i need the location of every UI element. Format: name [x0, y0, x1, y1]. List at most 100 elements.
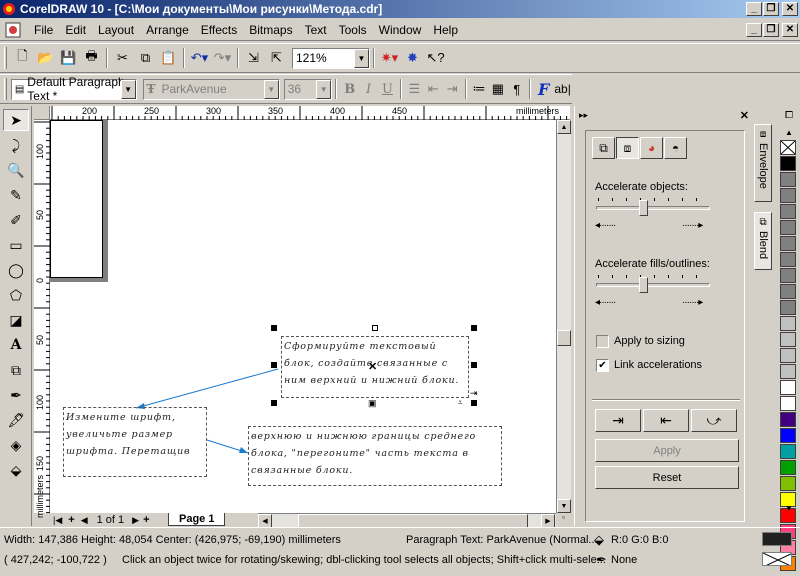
- maximize-button[interactable]: ❐: [763, 2, 779, 16]
- corel-online-icon[interactable]: ✸: [401, 47, 424, 69]
- open-icon[interactable]: 📂: [34, 47, 57, 69]
- doc-restore-button[interactable]: ❐: [763, 23, 779, 37]
- italic-button[interactable]: I: [359, 78, 378, 100]
- blend-tab[interactable]: ⧉ Blend: [754, 212, 772, 270]
- blend-end-button[interactable]: ⇤: [643, 409, 689, 432]
- page-tab[interactable]: Page 1: [168, 513, 226, 526]
- menu-layout[interactable]: Layout: [92, 21, 140, 39]
- zoom-tool-icon[interactable]: 🔍: [3, 159, 29, 181]
- color-swatch[interactable]: [780, 268, 796, 283]
- paste-icon[interactable]: 📋: [157, 47, 180, 69]
- palette-flyout-icon[interactable]: ⧠: [780, 110, 798, 124]
- color-swatch[interactable]: [780, 300, 796, 315]
- drawing-canvas[interactable]: Сформируйте текстовый блок, создайте свя…: [50, 120, 556, 513]
- color-swatch[interactable]: [780, 252, 796, 267]
- scroll-thumb[interactable]: [557, 330, 571, 346]
- selection-handle[interactable]: [271, 325, 277, 331]
- color-swatch[interactable]: [780, 348, 796, 363]
- first-page-icon[interactable]: |◀: [50, 515, 65, 526]
- link-accelerations-checkbox[interactable]: ✔: [596, 359, 609, 372]
- chevron-down-icon[interactable]: ▼: [263, 79, 279, 99]
- horizontal-scrollbar[interactable]: ◀ ▶: [258, 513, 556, 528]
- center-marker-icon[interactable]: ✕: [368, 360, 377, 373]
- coreldraw-app-icon[interactable]: [2, 2, 16, 16]
- color-swatch[interactable]: [780, 396, 796, 411]
- text-overflow-top-icon[interactable]: ▣: [368, 398, 377, 409]
- paragraph-style-combo[interactable]: ▤ Default Paragraph Text * ▼: [10, 75, 137, 103]
- outline-color-swatch[interactable]: [762, 552, 792, 566]
- text-frame-lower[interactable]: верхнюю и нижнюю границы среднего блока,…: [248, 426, 502, 486]
- color-swatch[interactable]: [780, 316, 796, 331]
- color-swatch[interactable]: [780, 204, 796, 219]
- selection-handle[interactable]: [471, 325, 477, 331]
- chevron-down-icon[interactable]: ▼: [354, 48, 369, 68]
- scroll-up-icon[interactable]: ▲: [557, 120, 571, 134]
- ruler-origin[interactable]: [34, 106, 50, 120]
- color-swatch[interactable]: [780, 156, 796, 171]
- edit-text-icon[interactable]: ab|: [553, 78, 572, 100]
- align-icon[interactable]: ☰: [405, 78, 424, 100]
- color-swatch[interactable]: [780, 476, 796, 491]
- accelerate-objects-slider[interactable]: [639, 200, 648, 216]
- apply-button[interactable]: Apply: [595, 439, 739, 462]
- docker-expand-icon[interactable]: ▸▸: [579, 110, 588, 121]
- color-palette[interactable]: [780, 140, 798, 571]
- undo-icon[interactable]: ↶▾: [188, 47, 211, 69]
- application-launcher-icon[interactable]: ✷▾: [378, 47, 401, 69]
- import-icon[interactable]: ⇲: [242, 47, 265, 69]
- blend-steps-tab-icon[interactable]: ⧉: [592, 137, 615, 159]
- color-swatch[interactable]: [780, 364, 796, 379]
- color-swatch[interactable]: [780, 380, 796, 395]
- save-icon[interactable]: 💾: [57, 47, 80, 69]
- blend-color-tab-icon[interactable]: ◕: [640, 137, 663, 159]
- color-swatch[interactable]: [780, 236, 796, 251]
- fill-color-swatch[interactable]: [762, 532, 792, 546]
- zoom-combo[interactable]: 121% ▼: [292, 47, 370, 69]
- format-text-icon[interactable]: F: [534, 78, 553, 100]
- next-page-icon[interactable]: ▶: [130, 515, 141, 526]
- selection-handle[interactable]: [471, 400, 477, 406]
- bold-button[interactable]: B: [340, 78, 359, 100]
- menu-window[interactable]: Window: [373, 21, 428, 39]
- font-combo[interactable]: Ŧ ParkAvenue ▼: [142, 78, 280, 100]
- text-overflow-bottom-icon[interactable]: ⩡: [458, 398, 463, 408]
- basic-shapes-tool-icon[interactable]: ◪: [3, 309, 29, 331]
- outline-tool-icon[interactable]: 🖋: [3, 409, 29, 431]
- menu-effects[interactable]: Effects: [195, 21, 243, 39]
- menu-help[interactable]: Help: [427, 21, 464, 39]
- color-swatch[interactable]: [780, 188, 796, 203]
- toolbar-grip[interactable]: [4, 47, 7, 69]
- copy-icon[interactable]: ⧉: [134, 47, 157, 69]
- font-size-combo[interactable]: 36 ▼: [283, 78, 333, 100]
- color-swatch[interactable]: [780, 412, 796, 427]
- palette-scroll-up-icon[interactable]: ▲: [780, 128, 798, 138]
- export-icon[interactable]: ⇱: [265, 47, 288, 69]
- scroll-down-icon[interactable]: ▼: [557, 499, 571, 513]
- eyedropper-tool-icon[interactable]: ✒: [3, 384, 29, 406]
- menu-bitmaps[interactable]: Bitmaps: [243, 21, 298, 39]
- toolbar-grip[interactable]: [4, 78, 7, 100]
- menu-edit[interactable]: Edit: [59, 21, 92, 39]
- text-tool-icon[interactable]: A: [3, 334, 29, 356]
- line-spacing-handle-icon[interactable]: ⇥: [470, 388, 478, 399]
- cut-icon[interactable]: ✂: [111, 47, 134, 69]
- color-swatch[interactable]: [780, 428, 796, 443]
- fill-tool-icon[interactable]: ◈: [3, 434, 29, 456]
- decrease-indent-icon[interactable]: ⇤: [424, 78, 443, 100]
- palette-scroll-down-icon[interactable]: ▼: [780, 504, 798, 514]
- print-icon[interactable]: 🖶: [80, 47, 103, 69]
- menu-arrange[interactable]: Arrange: [140, 21, 195, 39]
- apply-to-sizing-checkbox[interactable]: [596, 335, 609, 348]
- rectangle-tool-icon[interactable]: ▭: [3, 234, 29, 256]
- polygon-tool-icon[interactable]: ⬠: [3, 284, 29, 306]
- vertical-ruler[interactable]: 100 50 0 50 100 150 millimeters: [34, 120, 50, 518]
- pick-tool-icon[interactable]: ➤: [3, 109, 29, 131]
- menu-file[interactable]: File: [28, 21, 59, 39]
- scroll-left-icon[interactable]: ◀: [258, 514, 272, 528]
- blend-path-button[interactable]: ⤻: [691, 409, 737, 432]
- show-nonprinting-icon[interactable]: ¶: [507, 78, 526, 100]
- no-fill-swatch[interactable]: [780, 140, 796, 155]
- shape-tool-icon[interactable]: ⤸: [3, 134, 29, 156]
- vertical-scrollbar[interactable]: ▲ ▼: [556, 120, 571, 513]
- new-icon[interactable]: 🗋: [11, 47, 34, 69]
